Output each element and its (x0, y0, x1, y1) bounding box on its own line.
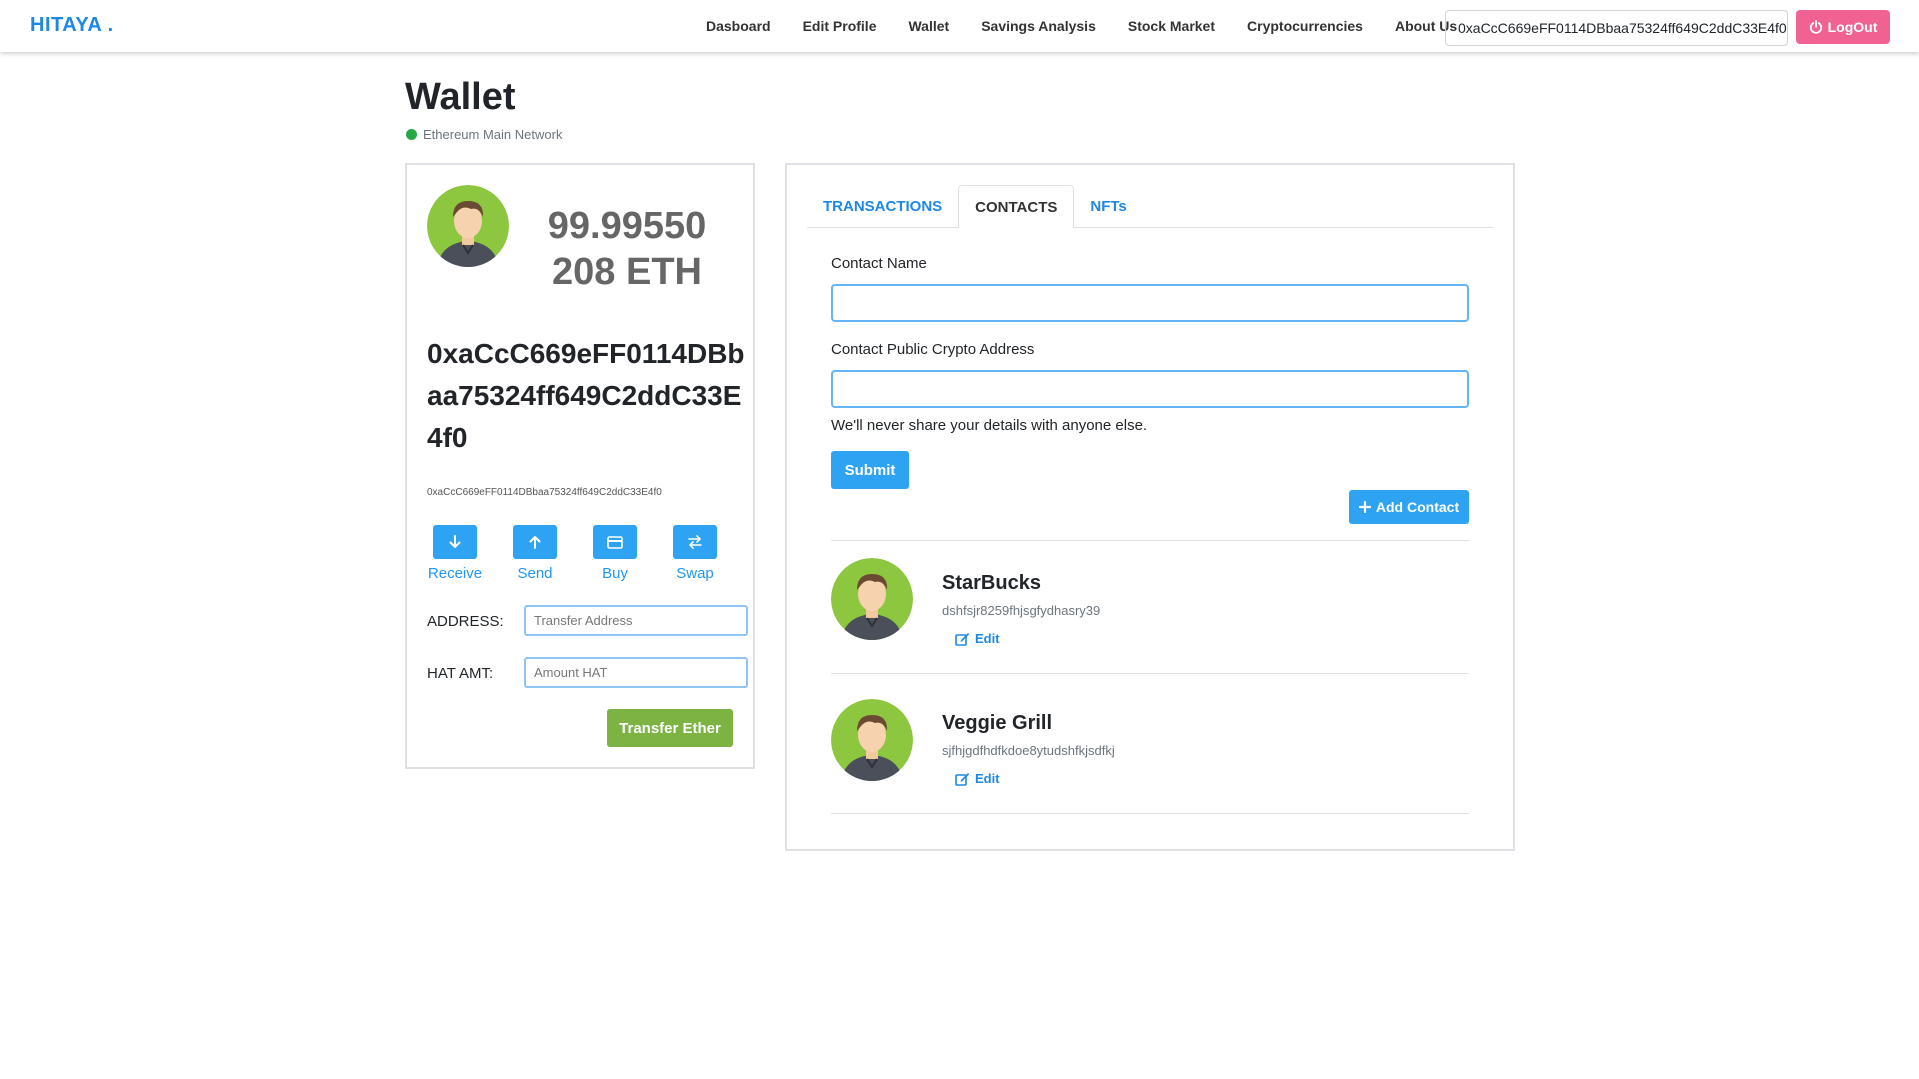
edit-contact-link[interactable]: Edit (955, 771, 1000, 786)
add-contact-label: Add Contact (1375, 499, 1460, 515)
nav-links: Dasboard Edit Profile Wallet Savings Ana… (690, 0, 1473, 52)
power-icon (1809, 20, 1822, 34)
transfer-address-input[interactable] (524, 605, 748, 636)
network-status-dot (406, 129, 417, 140)
nav-link-cryptocurrencies[interactable]: Cryptocurrencies (1247, 18, 1363, 34)
logout-button[interactable]: LogOut (1796, 10, 1890, 44)
brand-logo[interactable]: HITAYA . (30, 14, 114, 37)
contact-address: sjfhjgdfhdfkdoe8ytudshfkjsdfkj (942, 743, 1115, 758)
contact-name-label: Contact Name (831, 255, 927, 272)
receive-action[interactable]: Receive (425, 525, 485, 582)
contact-name-input[interactable] (831, 284, 1469, 322)
edit-icon (955, 632, 970, 646)
transfer-ether-button[interactable]: Transfer Ether (607, 709, 733, 747)
receive-label: Receive (427, 565, 483, 582)
edit-label: Edit (975, 771, 1000, 786)
nav-link-dashboard[interactable]: Dasboard (706, 18, 771, 34)
wallet-card: 99.99550 208 ETH 0xaCcC669eFF0114DBbaa75… (405, 163, 755, 769)
buy-button[interactable] (593, 525, 637, 559)
edit-icon (955, 772, 970, 786)
nav-link-edit-profile[interactable]: Edit Profile (803, 18, 877, 34)
contact-address-input[interactable] (831, 370, 1469, 408)
divider (831, 540, 1469, 541)
buy-action[interactable]: Buy (585, 525, 645, 582)
contact-name: Veggie Grill (942, 712, 1053, 734)
divider (831, 673, 1469, 674)
contact-name: StarBucks (942, 572, 1041, 594)
receive-button[interactable] (433, 525, 477, 559)
swap-action[interactable]: Swap (665, 525, 725, 582)
wallet-address-large: 0xaCcC669eFF0114DBbaa75324ff649C2ddC33E4… (427, 338, 745, 453)
send-action[interactable]: Send (505, 525, 565, 582)
arrow-down-icon (449, 535, 461, 548)
edit-label: Edit (975, 631, 1000, 646)
divider (831, 813, 1469, 814)
logout-label: LogOut (1827, 19, 1878, 35)
address-label: ADDRESS: (427, 613, 504, 630)
send-button[interactable] (513, 525, 557, 559)
credit-card-icon (607, 535, 623, 549)
contact-avatar (831, 699, 913, 781)
submit-button[interactable]: Submit (831, 451, 909, 489)
swap-button[interactable] (673, 525, 717, 559)
nav-link-wallet[interactable]: Wallet (908, 18, 949, 34)
wallet-address-small: 0xaCcC669eFF0114DBbaa75324ff649C2ddC33E4… (427, 487, 662, 498)
amount-label: HAT AMT: (427, 665, 494, 682)
nav-link-stock-market[interactable]: Stock Market (1128, 18, 1215, 34)
wallet-actions: Receive Send Buy Swap (425, 525, 725, 582)
tab-transactions[interactable]: TRANSACTIONS (807, 185, 958, 228)
arrow-up-icon (529, 536, 541, 549)
tab-bar: TRANSACTIONS CONTACTS NFTs (807, 185, 1493, 229)
contact-address: dshfsjr8259fhjsgfydhasry39 (942, 603, 1101, 618)
amount-hat-input[interactable] (524, 657, 748, 688)
network-name: Ethereum Main Network (423, 127, 563, 142)
plus-icon (1358, 501, 1371, 513)
nav-link-savings-analysis[interactable]: Savings Analysis (981, 18, 1096, 34)
tab-contacts[interactable]: CONTACTS (958, 185, 1075, 229)
contacts-card: TRANSACTIONS CONTACTS NFTs Contact Name … (785, 163, 1515, 851)
contact-avatar (831, 558, 913, 640)
tab-nfts[interactable]: NFTs (1074, 185, 1142, 228)
network-status: Ethereum Main Network (406, 127, 562, 142)
buy-label: Buy (602, 565, 628, 582)
privacy-help-text: We'll never share your details with anyo… (831, 417, 1148, 434)
contact-address-label: Contact Public Crypto Address (831, 341, 1035, 358)
page-title: Wallet (405, 76, 516, 118)
account-address-display[interactable]: 0xaCcC669eFF0114DBbaa75324ff649C2ddC33E4… (1445, 10, 1788, 46)
top-navbar: HITAYA . Dasboard Edit Profile Wallet Sa… (0, 0, 1919, 52)
user-avatar (427, 185, 509, 267)
swap-label: Swap (676, 565, 714, 582)
swap-arrows-icon (688, 535, 702, 549)
edit-contact-link[interactable]: Edit (955, 631, 1000, 646)
add-contact-button[interactable]: Add Contact (1349, 490, 1469, 524)
eth-balance: 99.99550 208 ETH (547, 205, 707, 293)
send-label: Send (517, 565, 553, 582)
